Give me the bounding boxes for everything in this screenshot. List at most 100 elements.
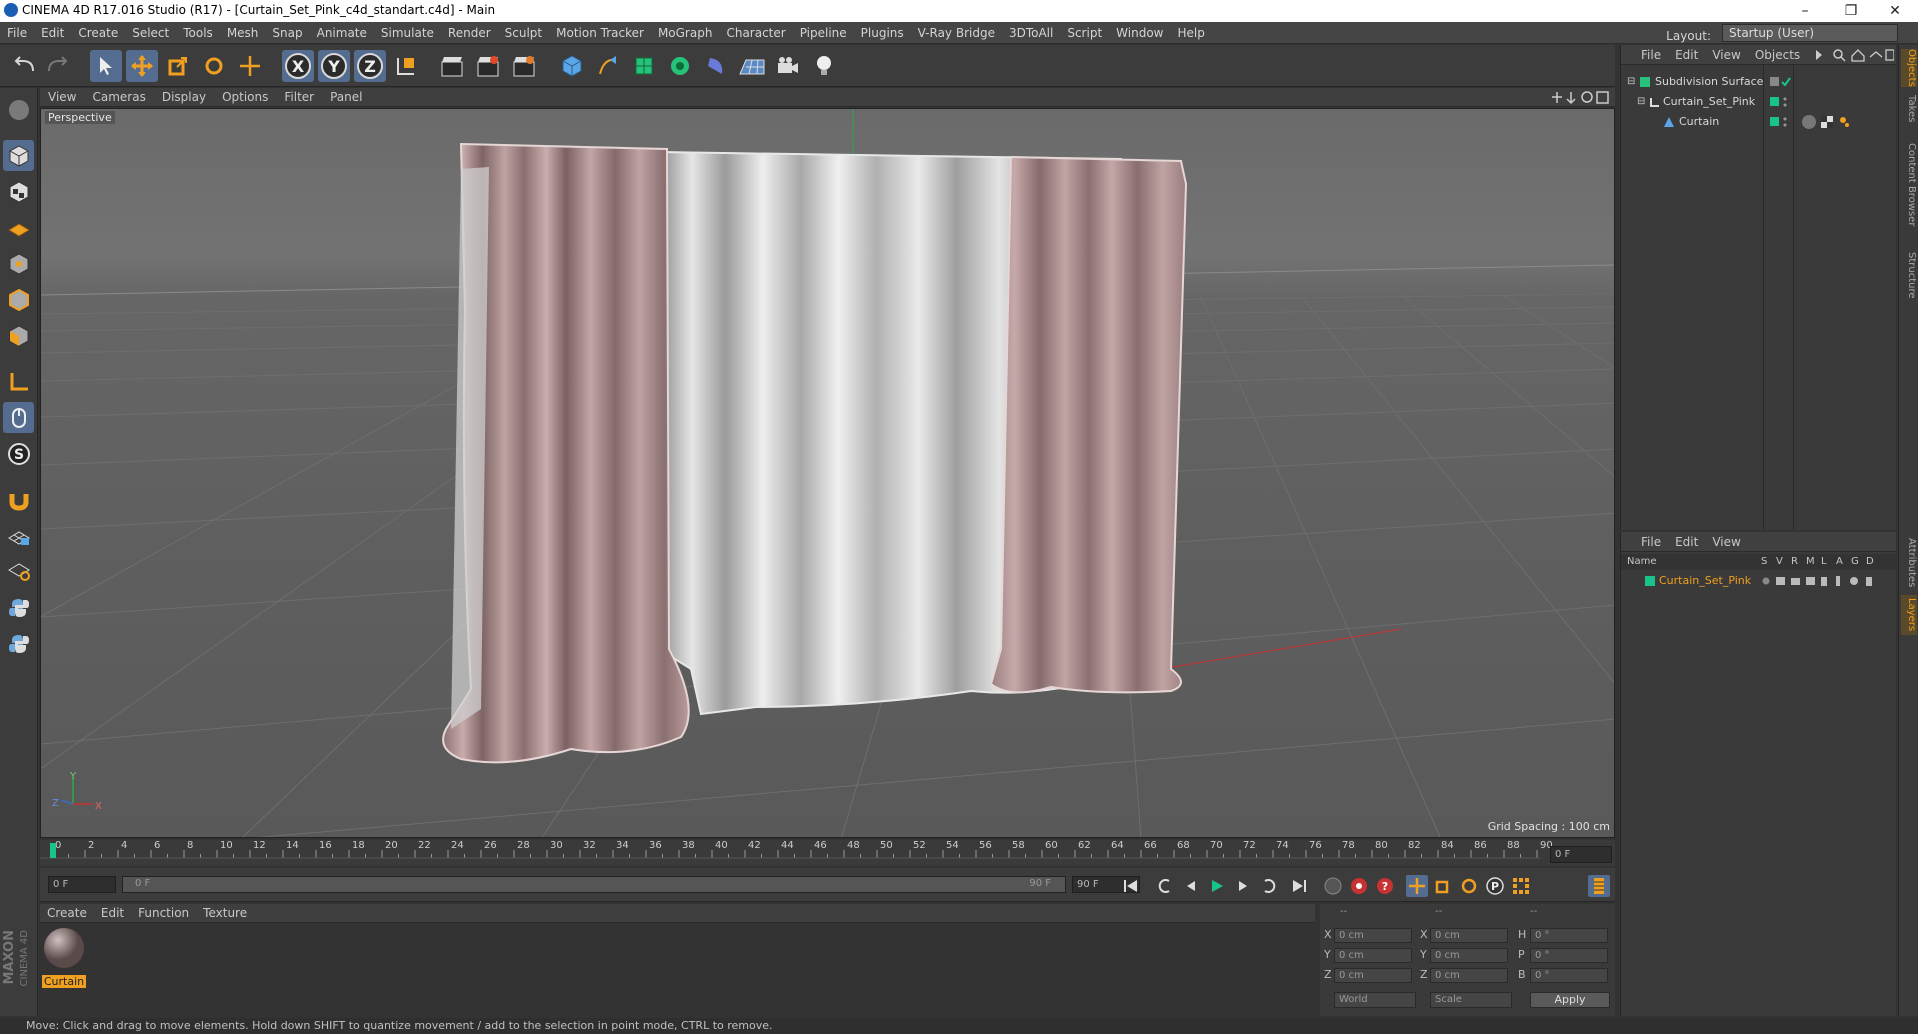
- viewport-menu-panel[interactable]: Panel: [322, 88, 370, 107]
- axis-lock-button[interactable]: [3, 554, 34, 585]
- coordinate-space-select[interactable]: World: [1334, 992, 1416, 1008]
- menu-edit[interactable]: Edit: [34, 22, 71, 44]
- tab-layers[interactable]: Layers: [1901, 595, 1917, 635]
- material-menu-texture[interactable]: Texture: [196, 904, 254, 923]
- workplane-mode-button[interactable]: [3, 212, 34, 243]
- object-row-curtain-set-pink[interactable]: ⊟ Curtain_Set_Pink: [1621, 92, 1896, 112]
- object-row-curtain[interactable]: Curtain: [1621, 112, 1896, 132]
- menu-render[interactable]: Render: [441, 22, 498, 44]
- object-menu-objects[interactable]: Objects: [1748, 45, 1807, 65]
- spline-pen-button[interactable]: [592, 50, 624, 82]
- current-frame-field[interactable]: 0 F: [1550, 846, 1612, 863]
- collapse-toggle-icon[interactable]: ⊟: [1637, 92, 1645, 112]
- menu-file[interactable]: File: [0, 22, 34, 44]
- undo-button[interactable]: [8, 50, 40, 82]
- floor-button[interactable]: [736, 50, 768, 82]
- key-position-button[interactable]: [1406, 875, 1428, 897]
- points-mode-button[interactable]: [3, 248, 34, 279]
- menu-create[interactable]: Create: [71, 22, 125, 44]
- deformer-button[interactable]: [700, 50, 732, 82]
- menu-3dtoall[interactable]: 3DToAll: [1002, 22, 1060, 44]
- menu-window[interactable]: Window: [1109, 22, 1170, 44]
- playhead-marker[interactable]: [50, 843, 56, 858]
- object-menu-edit[interactable]: Edit: [1668, 45, 1705, 65]
- menu-help[interactable]: Help: [1170, 22, 1211, 44]
- menu-pipeline[interactable]: Pipeline: [793, 22, 854, 44]
- perspective-viewport[interactable]: Perspective Y Z X Grid Spacing : 100 cm: [40, 108, 1615, 838]
- tab-structure[interactable]: Structure: [1901, 245, 1917, 305]
- menu-mograph[interactable]: MoGraph: [651, 22, 720, 44]
- menu-mesh[interactable]: Mesh: [220, 22, 266, 44]
- tab-content-browser[interactable]: Content Browser: [1901, 131, 1917, 239]
- polygons-mode-button[interactable]: [3, 320, 34, 351]
- light-button[interactable]: [808, 50, 840, 82]
- redo-button[interactable]: [42, 50, 74, 82]
- minimize-button[interactable]: –: [1782, 0, 1828, 22]
- size-x-field[interactable]: 0 cm: [1430, 928, 1508, 943]
- key-parameter-button[interactable]: P: [1484, 875, 1506, 897]
- menu-character[interactable]: Character: [719, 22, 792, 44]
- menu-sculpt[interactable]: Sculpt: [498, 22, 549, 44]
- object-manager-tool-icons[interactable]: [1814, 48, 1894, 62]
- object-tags-icons[interactable]: [1801, 114, 1861, 130]
- live-selection-button[interactable]: [90, 50, 122, 82]
- object-row-subdivision-surface[interactable]: ⊟ Subdivision Surface: [1621, 72, 1896, 92]
- camera-button[interactable]: [772, 50, 804, 82]
- menu-simulate[interactable]: Simulate: [374, 22, 441, 44]
- position-z-field[interactable]: 0 cm: [1334, 968, 1412, 983]
- tab-takes[interactable]: Takes: [1901, 91, 1917, 127]
- menu-motion-tracker[interactable]: Motion Tracker: [549, 22, 651, 44]
- x-axis-button[interactable]: X: [282, 50, 314, 82]
- apply-button[interactable]: Apply: [1530, 992, 1610, 1008]
- object-menu-view[interactable]: View: [1705, 45, 1747, 65]
- workplane-lock-button[interactable]: [3, 520, 34, 551]
- snap-button[interactable]: [3, 484, 34, 515]
- rotation-b-field[interactable]: 0 °: [1530, 968, 1608, 983]
- y-axis-button[interactable]: Y: [318, 50, 350, 82]
- python-script-button[interactable]: [3, 592, 34, 623]
- material-menu-function[interactable]: Function: [131, 904, 196, 923]
- viewport-nav-icons[interactable]: [1551, 90, 1611, 105]
- play-button[interactable]: [1206, 875, 1228, 897]
- layer-color-icon[interactable]: [1769, 116, 1791, 128]
- key-pla-button[interactable]: [1510, 875, 1532, 897]
- layer-row-curtain-set-pink[interactable]: Curtain_Set_Pink: [1621, 572, 1896, 590]
- layer-menu-view[interactable]: View: [1705, 532, 1747, 552]
- render-picture-viewer-button[interactable]: [472, 50, 504, 82]
- viewport-menu-filter[interactable]: Filter: [276, 88, 322, 107]
- rotate-tool-button[interactable]: [198, 50, 230, 82]
- go-to-start-button[interactable]: [1120, 875, 1142, 897]
- menu-vray-bridge[interactable]: V-Ray Bridge: [911, 22, 1002, 44]
- python-script-2-button[interactable]: [3, 628, 34, 659]
- transform-tool-button[interactable]: [234, 50, 266, 82]
- coordinate-system-button[interactable]: [390, 50, 422, 82]
- start-frame-field[interactable]: 0 F: [48, 876, 116, 893]
- position-y-field[interactable]: 0 cm: [1334, 948, 1412, 963]
- material-menu-edit[interactable]: Edit: [94, 904, 131, 923]
- close-button[interactable]: ✕: [1872, 0, 1918, 22]
- autokeying-button[interactable]: [1348, 875, 1370, 897]
- axis-mode-button[interactable]: [3, 366, 34, 397]
- viewport-menu-options[interactable]: Options: [214, 88, 276, 107]
- viewport-menu-display[interactable]: Display: [154, 88, 214, 107]
- menu-select[interactable]: Select: [125, 22, 176, 44]
- rotation-h-field[interactable]: 0 °: [1530, 928, 1608, 943]
- viewport-menu-view[interactable]: View: [40, 88, 84, 107]
- key-scale-button[interactable]: [1432, 875, 1454, 897]
- material-item-curtain[interactable]: Curtain: [42, 926, 86, 988]
- cube-primitive-button[interactable]: [556, 50, 588, 82]
- size-z-field[interactable]: 0 cm: [1430, 968, 1508, 983]
- viewport-menu-cameras[interactable]: Cameras: [84, 88, 153, 107]
- make-editable-button[interactable]: [3, 94, 34, 125]
- z-axis-button[interactable]: Z: [354, 50, 386, 82]
- cloner-button[interactable]: [664, 50, 696, 82]
- layer-menu-file[interactable]: File: [1621, 532, 1668, 552]
- frame-range-slider[interactable]: 0 F 90 F: [122, 876, 1066, 893]
- menu-animate[interactable]: Animate: [310, 22, 374, 44]
- timeline-ruler[interactable]: 0 2 4 6 8 10 12 14 16 18 20 22 24 26 28 30 32 34 36 38 40 42 4…: [40, 840, 1615, 866]
- layer-color-icon[interactable]: [1769, 96, 1791, 108]
- scale-tool-button[interactable]: [162, 50, 194, 82]
- menu-script[interactable]: Script: [1060, 22, 1109, 44]
- solo-mode-button[interactable]: S: [3, 438, 34, 469]
- menu-plugins[interactable]: Plugins: [854, 22, 911, 44]
